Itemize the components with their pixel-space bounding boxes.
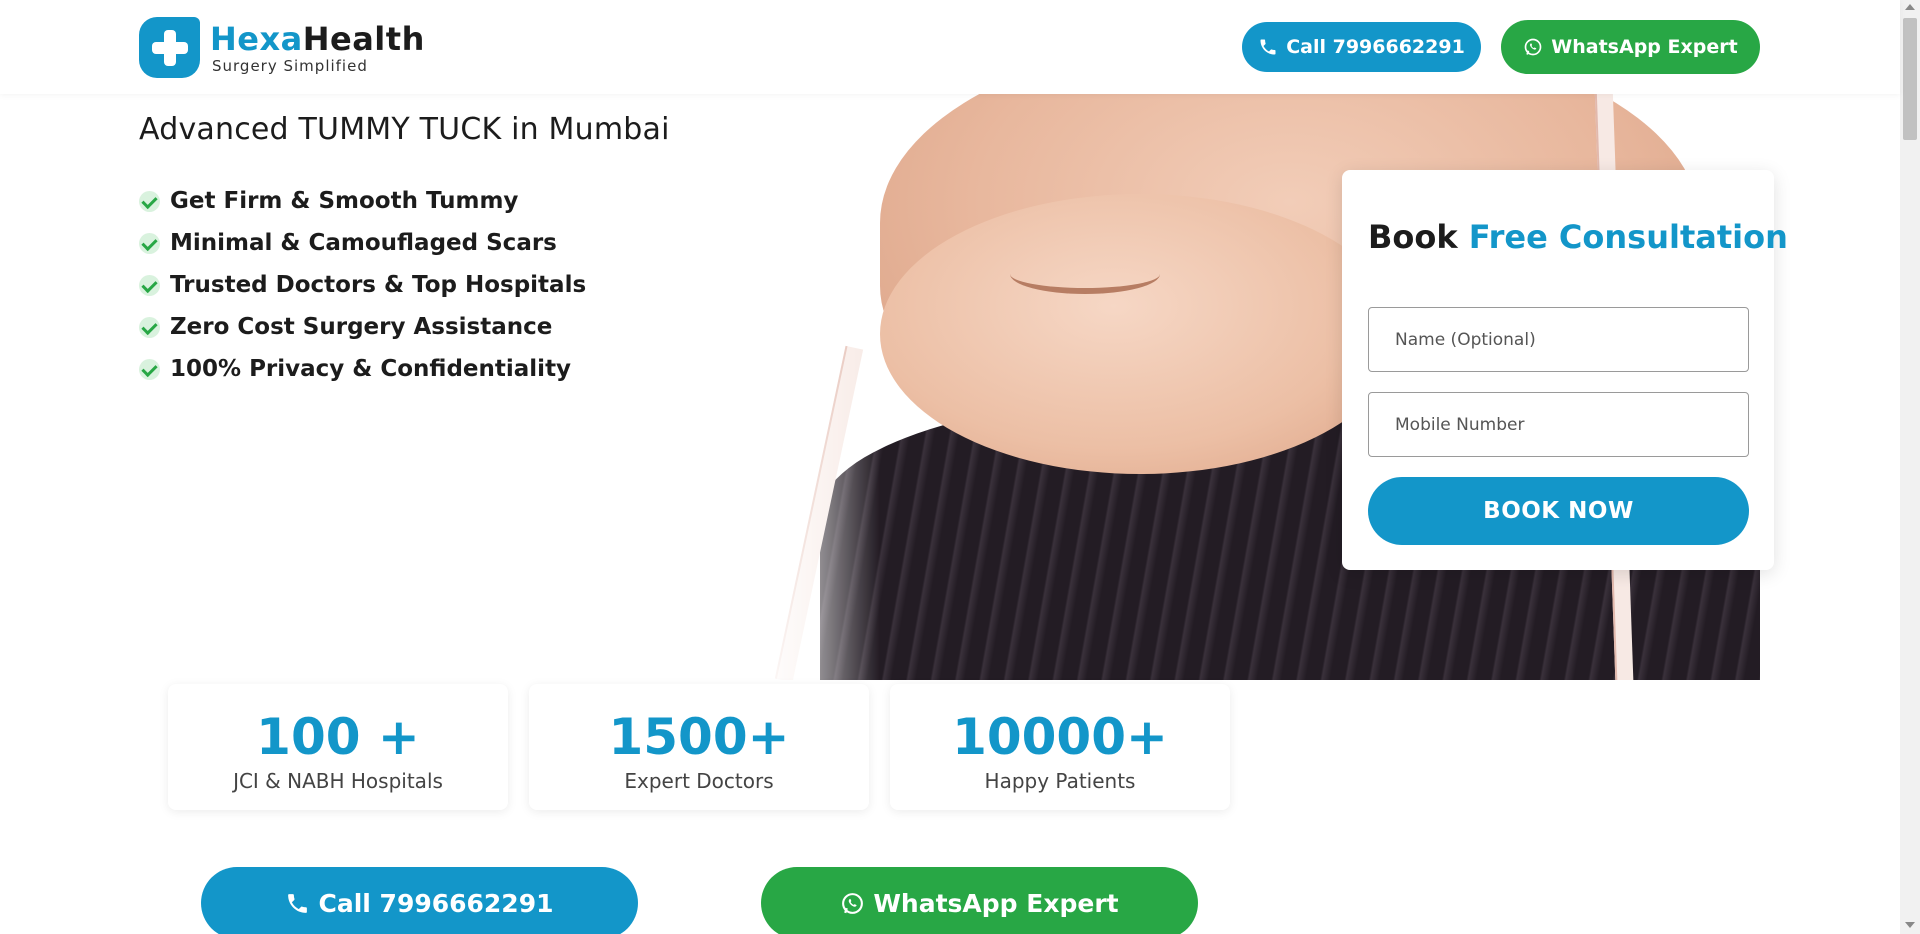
book-now-button[interactable]: BOOK NOW: [1368, 477, 1749, 545]
brand-name-hexa: Hexa: [210, 19, 303, 58]
phone-icon: [1260, 39, 1276, 55]
landing-page: HexaHealth Surgery Simplified Call 79966…: [0, 0, 1920, 934]
name-input[interactable]: [1368, 307, 1749, 372]
stat-value: 1500+: [608, 708, 790, 766]
stat-value: 100 +: [256, 708, 420, 766]
hexahealth-logo[interactable]: HexaHealth Surgery Simplified: [139, 17, 425, 78]
check-icon: [139, 274, 160, 296]
stat-label: Expert Doctors: [624, 769, 774, 793]
check-icon: [139, 316, 160, 338]
page-scrollbar[interactable]: [1900, 0, 1920, 934]
benefit-item: Zero Cost Surgery Assistance: [139, 306, 586, 348]
stat-label: Happy Patients: [984, 769, 1136, 793]
whatsapp-button-header[interactable]: WhatsApp Expert: [1501, 20, 1760, 74]
call-button-bottom[interactable]: Call 7996662291: [201, 867, 638, 934]
brand-name-health: Health: [302, 19, 425, 58]
whatsapp-icon: [1524, 38, 1542, 56]
benefit-item: Get Firm & Smooth Tummy: [139, 180, 586, 222]
whatsapp-button-label: WhatsApp Expert: [873, 888, 1119, 918]
check-icon: [139, 190, 160, 212]
benefit-text: Zero Cost Surgery Assistance: [170, 314, 553, 340]
stat-label: JCI & NABH Hospitals: [233, 769, 443, 793]
benefit-item: 100% Privacy & Confidentiality: [139, 348, 586, 390]
check-icon: [139, 358, 160, 380]
hero-title: Advanced TUMMY TUCK in Mumbai: [139, 112, 670, 147]
form-title-book: Book: [1368, 218, 1458, 256]
logo-text: HexaHealth Surgery Simplified: [210, 21, 425, 75]
whatsapp-icon: [842, 892, 864, 914]
scrollbar-thumb[interactable]: [1903, 18, 1917, 140]
mobile-number-input[interactable]: [1368, 392, 1749, 457]
form-title: Book Free Consultation: [1368, 218, 1788, 256]
whatsapp-button-label: WhatsApp Expert: [1551, 36, 1738, 58]
call-button-header[interactable]: Call 7996662291: [1242, 22, 1481, 72]
call-button-label: Call 7996662291: [1286, 36, 1465, 58]
call-button-label: Call 7996662291: [318, 888, 554, 918]
site-header: HexaHealth Surgery Simplified Call 79966…: [0, 0, 1900, 94]
stat-card-patients: 10000+ Happy Patients: [890, 684, 1230, 810]
benefit-item: Trusted Doctors & Top Hospitals: [139, 264, 586, 306]
scroll-up-arrow-icon[interactable]: [1905, 4, 1915, 10]
form-title-accent: Free Consultation: [1468, 218, 1788, 256]
consultation-form: Book Free Consultation BOOK NOW: [1342, 170, 1788, 570]
stat-card-doctors: 1500+ Expert Doctors: [529, 684, 869, 810]
scroll-down-arrow-icon[interactable]: [1905, 922, 1915, 928]
benefit-text: 100% Privacy & Confidentiality: [170, 356, 572, 382]
benefit-text: Minimal & Camouflaged Scars: [170, 230, 557, 256]
stat-value: 10000+: [952, 708, 1168, 766]
whatsapp-button-bottom[interactable]: WhatsApp Expert: [761, 867, 1198, 934]
phone-icon: [288, 893, 308, 913]
benefits-list: Get Firm & Smooth Tummy Minimal & Camouf…: [139, 180, 586, 390]
brand-tagline: Surgery Simplified: [212, 56, 368, 75]
medical-cross-icon: [139, 17, 200, 78]
brand-name: HexaHealth: [210, 21, 425, 57]
check-icon: [139, 232, 160, 254]
benefit-text: Get Firm & Smooth Tummy: [170, 188, 519, 214]
benefit-text: Trusted Doctors & Top Hospitals: [170, 272, 587, 298]
stat-card-hospitals: 100 + JCI & NABH Hospitals: [168, 684, 508, 810]
benefit-item: Minimal & Camouflaged Scars: [139, 222, 586, 264]
